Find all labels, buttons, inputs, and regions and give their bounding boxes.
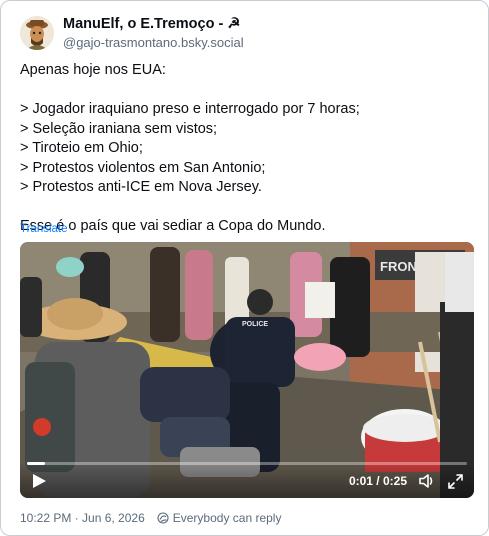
- post-line: > Seleção iraniana sem vistos;: [20, 120, 218, 137]
- post-card: ManuElf, o E.Tremoço - ☭ @gajo-trasmonta…: [0, 0, 489, 536]
- post-header: ManuElf, o E.Tremoço - ☭ @gajo-trasmonta…: [20, 13, 244, 53]
- author-display-name[interactable]: ManuElf, o E.Tremoço - ☭: [63, 15, 244, 33]
- reply-setting[interactable]: Everybody can reply: [173, 511, 282, 525]
- post-text: Apenas hoje nos EUA: > Jogador iraquiano…: [20, 61, 475, 237]
- post-line: > Jogador iraquiano preso e interrogado …: [20, 101, 360, 117]
- post-meta: 10:22 PM · Jun 6, 2026 Everybody can rep…: [20, 511, 281, 525]
- post-line: Apenas hoje nos EUA:: [20, 62, 166, 78]
- author-handle[interactable]: @gajo-trasmontano.bsky.social: [63, 34, 244, 51]
- globe-reply-icon: [157, 512, 169, 524]
- video-frame: FRONTERAS POLICE: [20, 242, 474, 498]
- avatar-illustration-icon: [20, 16, 54, 50]
- avatar[interactable]: [20, 16, 54, 50]
- play-icon[interactable]: [31, 473, 47, 489]
- post-timestamp[interactable]: 10:22 PM · Jun 6, 2026: [20, 511, 145, 525]
- post-line-gap: [20, 198, 475, 218]
- video-controls: 0:01 / 0:25: [20, 465, 474, 498]
- post-line: Esse é o país que vai sediar a Copa do M…: [20, 218, 326, 234]
- translate-link[interactable]: Translate: [20, 223, 68, 235]
- post-line: > Protestos violentos em San Antonio;: [20, 159, 266, 176]
- fullscreen-icon[interactable]: [448, 474, 463, 489]
- post-line-gap: [20, 81, 475, 101]
- video-time: 0:01 / 0:25: [348, 474, 407, 488]
- volume-icon[interactable]: [418, 472, 436, 490]
- post-line: > Tiroteio em Ohio;: [20, 140, 143, 156]
- video-player[interactable]: FRONTERAS POLICE: [20, 242, 474, 498]
- author-names: ManuElf, o E.Tremoço - ☭ @gajo-trasmonta…: [63, 15, 244, 51]
- post-line: > Protestos anti-ICE em Nova Jersey.: [20, 179, 262, 195]
- police-label: POLICE: [242, 321, 268, 328]
